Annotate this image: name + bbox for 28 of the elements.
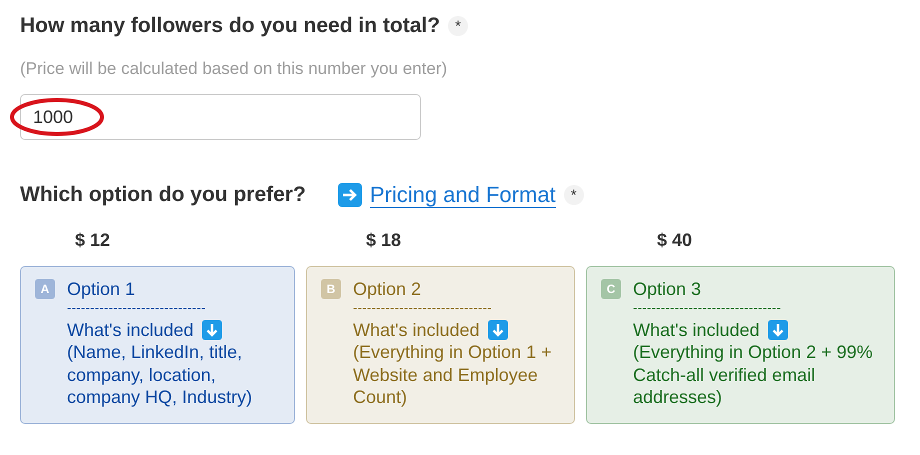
option-price: $ 12 bbox=[74, 230, 112, 252]
divider-text: -------------------------------- bbox=[633, 300, 782, 314]
option-details: (Everything in Option 2 + 99% Catch-all verified email addresses) bbox=[633, 341, 874, 409]
option-title: Option 3 bbox=[633, 278, 702, 301]
included-label: What's included bbox=[353, 318, 480, 342]
option-card[interactable]: C Option 3 -------------------------------- What's included (Everything in Option 2 + 99% Catch-all verified email addresses) bbox=[586, 266, 895, 424]
option-price: $ 40 bbox=[656, 230, 694, 252]
option-letter: A bbox=[35, 279, 55, 300]
option-card[interactable]: A Option 1 ------------------------------ What's included (Name, LinkedIn, title, company, location, company HQ, Industry) bbox=[20, 266, 295, 424]
option-details: (Name, LinkedIn, title, company, location, company HQ, Industry) bbox=[67, 341, 254, 409]
number-field[interactable]: 1000 bbox=[20, 94, 421, 140]
option-letter: B bbox=[321, 279, 341, 300]
option-title: Option 2 bbox=[353, 278, 422, 301]
question-title: How many followers do you need in total? bbox=[20, 14, 440, 38]
divider-text: ------------------------------ bbox=[353, 300, 493, 314]
required-mark: * bbox=[564, 185, 584, 206]
option-card[interactable]: B Option 2 ------------------------------ What's included (Everything in Option 1 + Website and Employee Count) bbox=[306, 266, 575, 424]
required-mark: * bbox=[448, 16, 468, 36]
question-title: Which option do you prefer? bbox=[20, 183, 306, 208]
pricing-link[interactable]: Pricing and Format bbox=[370, 182, 556, 208]
included-label: What's included bbox=[633, 318, 760, 342]
option-title: Option 1 bbox=[67, 278, 136, 301]
option-price: $ 18 bbox=[365, 230, 402, 252]
option-letter: C bbox=[601, 279, 621, 300]
divider-text: ------------------------------ bbox=[67, 300, 207, 314]
hint-text: (Price will be calculated based on this number you enter) bbox=[20, 59, 448, 79]
option-details: (Everything in Option 1 + Website and Employee Count) bbox=[353, 341, 553, 409]
included-label: What's included bbox=[67, 318, 194, 342]
